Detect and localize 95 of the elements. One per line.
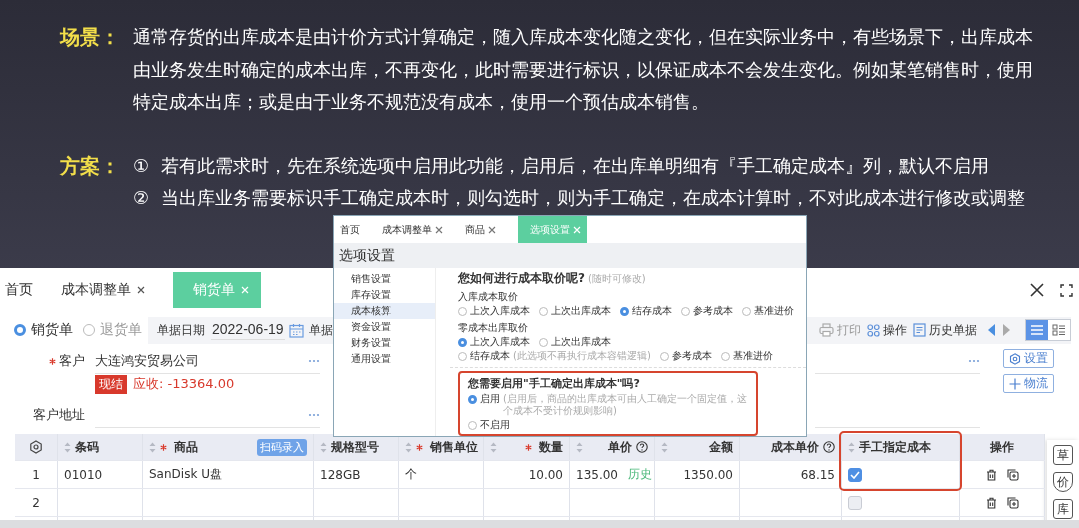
side-tool-button[interactable]: 库 xyxy=(1053,499,1073,519)
column-header: 单价 xyxy=(608,438,632,456)
list-icon xyxy=(1030,324,1044,336)
section-heading: 场景： xyxy=(60,24,121,51)
status-tag: 现结 xyxy=(95,374,127,394)
radio-option[interactable]: 参考成本 xyxy=(659,349,712,363)
column-header: 规格型号 xyxy=(331,438,379,456)
column-header: 操作 xyxy=(990,438,1014,456)
view-toggle[interactable] xyxy=(1048,320,1070,340)
table-cell: 135.00 xyxy=(576,467,618,482)
trash-icon[interactable] xyxy=(985,496,997,509)
hint-text: (此选项不再执行成本容错逻辑) xyxy=(513,349,651,363)
fullscreen-icon[interactable] xyxy=(1060,283,1073,297)
column-header: 条码 xyxy=(75,438,99,456)
radio-option[interactable]: 不启用 xyxy=(468,419,510,431)
copy-icon[interactable] xyxy=(1006,496,1019,509)
step-text: 若有此需求时，先在系统选项中启用此功能，启用后，在出库单明细有『手工确定成本』列，默认不启用 xyxy=(161,153,989,178)
hint-text: (随时可修改) xyxy=(587,272,646,286)
close-icon[interactable] xyxy=(137,286,145,294)
view-toggle[interactable] xyxy=(1026,320,1048,340)
printer-icon xyxy=(819,323,834,337)
detail-list-icon xyxy=(1052,324,1066,336)
menu-item[interactable]: 财务设置 xyxy=(334,335,435,351)
side-tool-button[interactable]: 草 xyxy=(1053,445,1073,465)
field-label: 单据日期 xyxy=(157,321,205,339)
question-text: 您需要启用"手工确定出库成本"吗? xyxy=(468,376,641,391)
table-cell: 01010 xyxy=(64,467,103,482)
menu-item[interactable]: 成本核算 xyxy=(334,303,435,319)
plus-icon xyxy=(1009,377,1021,390)
field-label: 单据 xyxy=(308,321,333,339)
radio-option[interactable]: 结存成本 xyxy=(458,349,510,363)
checkbox[interactable] xyxy=(848,495,862,510)
table-cell: 1350.00 xyxy=(683,467,733,482)
table-cell: SanDisk U盘 xyxy=(149,466,222,483)
group-label: 零成本出库取价 xyxy=(458,321,529,335)
step-number: ② xyxy=(133,185,151,210)
radio-option[interactable]: 上次出库成本 xyxy=(539,335,611,349)
table-cell: 个 xyxy=(405,466,417,483)
field-value: 大连鸿安贸易公司 xyxy=(95,351,199,370)
row-number: 1 xyxy=(32,467,40,482)
side-button[interactable]: 设置 xyxy=(1003,349,1054,368)
column-header: 数量 xyxy=(539,438,563,456)
panel-title: 选项设置 xyxy=(334,243,806,268)
menu-item[interactable]: 库存设置 xyxy=(334,287,435,303)
toolbar-button[interactable]: 历史单据 xyxy=(913,321,977,339)
side-tool-button[interactable]: 价 xyxy=(1053,472,1073,492)
gear-icon xyxy=(1009,352,1021,365)
trash-icon[interactable] xyxy=(985,468,997,481)
paragraph: 通常存货的出库成本是由计价方式计算确定，随入库成本变化随之变化，但在实际业务中，有些场景下，出库成本 由业务发生时确定的成本出库，不再变化，此时需要进行标识，以保证成本不会发生变化。例如某笔销售时，使用 特定成本出库；或是由于业务不规范没有成本，使用一个预估成本销售。 xyxy=(133,25,1033,114)
toolbar-button[interactable]: 操作 xyxy=(867,321,907,339)
menu-item[interactable]: 资金设置 xyxy=(334,319,435,335)
side-button[interactable]: 物流 xyxy=(1003,374,1054,393)
grid-icon xyxy=(867,323,880,337)
radio-option[interactable]: 上次入库成本 xyxy=(458,304,530,318)
column-header: 销售单位 xyxy=(430,438,478,456)
row-number: 2 xyxy=(32,495,40,510)
tab[interactable]: 成本调整单 xyxy=(382,216,449,243)
radio-option[interactable]: 启用 xyxy=(468,393,500,405)
receivable-amount: 应收: -13364.00 xyxy=(133,375,235,393)
radio-option[interactable]: 上次入库成本 xyxy=(458,335,530,349)
checkbox[interactable] xyxy=(848,467,862,482)
step-text: 当出库业务需要标识手工确定成本时，则勾选时，则为手工确定，在成本计算时，不对此成本进行修改或调整 xyxy=(161,185,1025,210)
step-number: ① xyxy=(133,153,151,178)
group-label: 入库成本取价 xyxy=(458,290,519,304)
menu-item[interactable]: 通用设置 xyxy=(334,351,435,367)
left-arrow-icon[interactable] xyxy=(986,323,996,337)
question-text: 您如何进行成本取价呢? xyxy=(458,270,585,287)
tab[interactable]: 成本调整单 xyxy=(61,272,155,308)
radio-option[interactable]: 上次出库成本 xyxy=(539,304,611,318)
table-cell: 128GB xyxy=(320,467,361,482)
table-cell: 68.15 xyxy=(800,467,835,482)
section-heading: 方案： xyxy=(60,152,121,180)
copy-icon[interactable] xyxy=(1006,468,1019,481)
radio-option[interactable]: 销货单 xyxy=(14,321,73,339)
radio-option[interactable]: 基准进价 xyxy=(720,349,773,363)
radio-option[interactable]: 基准进价 xyxy=(742,304,794,318)
column-header: 商品 xyxy=(174,438,198,456)
field-label: 客户地址 xyxy=(32,406,85,424)
column-header: 成本单价 xyxy=(771,438,819,456)
date-field[interactable]: 2022-06-19 xyxy=(211,320,285,340)
tab[interactable]: 首页 xyxy=(5,272,43,308)
calendar-icon xyxy=(288,322,304,338)
check-icon xyxy=(850,470,860,479)
document-icon xyxy=(913,323,926,337)
radio-option[interactable]: 参考成本 xyxy=(681,304,733,318)
tab[interactable]: 商品 xyxy=(465,216,502,243)
gear-icon[interactable] xyxy=(29,440,43,454)
tab[interactable]: 首页 xyxy=(340,216,366,243)
column-header: 手工指定成本 xyxy=(859,438,931,456)
field-label: 客户 xyxy=(59,352,85,370)
radio-option[interactable]: 结存成本 xyxy=(620,304,672,318)
menu-item[interactable]: 销售设置 xyxy=(334,271,435,287)
column-header: 金额 xyxy=(709,438,733,456)
close-icon[interactable] xyxy=(1030,283,1044,297)
table-cell: 10.00 xyxy=(528,467,563,482)
